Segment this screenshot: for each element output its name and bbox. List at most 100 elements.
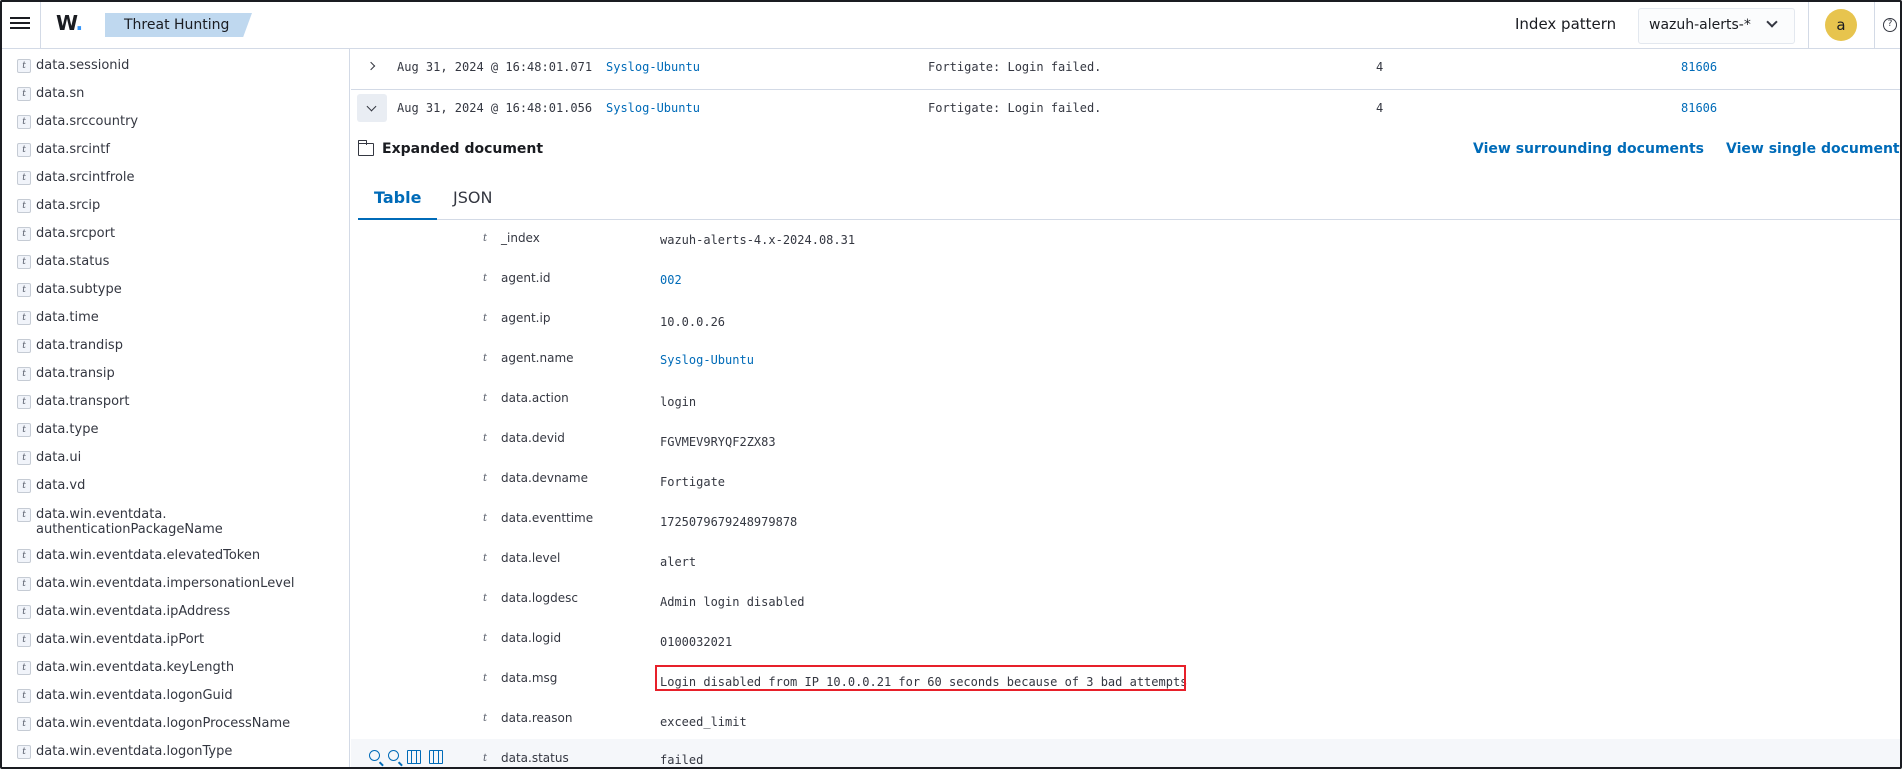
breadcrumb-threat-hunting[interactable]: Threat Hunting	[105, 13, 252, 37]
index-pattern-label: Index pattern	[1515, 15, 1617, 33]
string-type-icon: t	[483, 673, 488, 684]
string-type-icon: t	[17, 367, 31, 381]
agent-name-link[interactable]: Syslog-Ubuntu	[660, 353, 754, 367]
agent-link[interactable]: Syslog-Ubuntu	[606, 60, 700, 74]
sidebar-field[interactable]: t data.transport	[2, 394, 349, 409]
sidebar-field[interactable]: t data.subtype	[2, 282, 349, 297]
table-row[interactable]: Aug 31, 2024 @ 16:48:01.071 Syslog-Ubunt…	[351, 49, 1900, 91]
field-name: data.srcintfrole	[36, 170, 135, 185]
filter-exists-icon[interactable]	[429, 750, 443, 764]
string-type-icon: t	[17, 605, 31, 619]
field-key: _index	[501, 231, 540, 245]
tab-json[interactable]: JSON	[437, 179, 508, 220]
avatar[interactable]: a	[1825, 9, 1857, 41]
string-type-icon: t	[17, 423, 31, 437]
sidebar-field[interactable]: t data.srcip	[2, 198, 349, 213]
sidebar-field[interactable]: t data.win.eventdata.ipPort	[2, 632, 349, 647]
field-name: data.win.eventdata.ipAddress	[36, 604, 231, 619]
sidebar-field[interactable]: t data.win.eventdata.ipAddress	[2, 604, 349, 619]
string-type-icon: t	[483, 633, 488, 644]
string-type-icon: t	[483, 233, 488, 244]
field-name: data.sessionid	[36, 58, 130, 73]
field-value: 0100032021	[660, 635, 733, 649]
timestamp-cell: Aug 31, 2024 @ 16:48:01.071	[397, 60, 593, 74]
string-type-icon: t	[483, 393, 488, 404]
string-type-icon: t	[483, 713, 488, 724]
string-type-icon: t	[17, 451, 31, 465]
field-name: data.win.eventdata.elevatedToken	[36, 548, 261, 563]
document-field-row: t data.devid FGVMEV9RYQF2ZX83	[351, 429, 1900, 462]
document-field-row: t agent.id 002	[351, 269, 1900, 302]
field-value: alert	[660, 555, 697, 569]
document-field-row: t data.logid 0100032021	[351, 629, 1900, 662]
rule-id-link[interactable]: 81606	[1681, 60, 1717, 74]
sidebar-field[interactable]: t data.srccountry	[2, 114, 349, 129]
expand-row-button[interactable]	[357, 53, 387, 81]
sidebar-field[interactable]: t data.srcintf	[2, 142, 349, 157]
field-key: agent.name	[501, 351, 574, 365]
string-type-icon: t	[17, 479, 31, 493]
sidebar-field[interactable]: t data.win.eventdata.logonType	[2, 744, 349, 759]
toggle-column-icon[interactable]	[407, 750, 421, 764]
filter-out-value-icon[interactable]	[388, 750, 399, 761]
filter-for-value-icon[interactable]	[369, 750, 380, 761]
sidebar-field[interactable]: t data.win.eventdata. authenticationPackag…	[2, 507, 349, 537]
sidebar-field[interactable]: t data.srcintfrole	[2, 170, 349, 185]
wazuh-logo[interactable]: W.	[56, 11, 83, 35]
agent-id-link[interactable]: 002	[660, 273, 682, 287]
app-window: W. Threat Hunting Index pattern wazuh-al…	[0, 0, 1902, 769]
field-name: data.win.eventdata.keyLength	[36, 660, 235, 675]
sidebar-field[interactable]: t data.ui	[2, 450, 349, 465]
string-type-icon: t	[17, 661, 31, 675]
view-surrounding-documents-link[interactable]: View surrounding documents	[1473, 141, 1704, 157]
sidebar-field[interactable]: t data.win.eventdata.keyLength	[2, 660, 349, 675]
string-type-icon: t	[17, 311, 31, 325]
field-value: wazuh-alerts-4.x-2024.08.31	[660, 233, 856, 247]
sidebar-field[interactable]: t data.time	[2, 310, 349, 325]
expanded-document-title: Expanded document	[357, 139, 543, 157]
rule-id-link[interactable]: 81606	[1681, 101, 1717, 115]
field-key: data.status	[501, 751, 569, 765]
string-type-icon: t	[17, 549, 31, 563]
field-name: data.sn	[36, 86, 85, 101]
field-name: data.status	[36, 254, 110, 269]
sidebar-field[interactable]: t data.srcport	[2, 226, 349, 241]
message-highlight-box	[655, 665, 1186, 691]
string-type-icon: t	[17, 395, 31, 409]
sidebar-field[interactable]: t data.sn	[2, 86, 349, 101]
chevron-down-icon	[366, 101, 377, 112]
sidebar-field[interactable]: t data.type	[2, 422, 349, 437]
field-name: data.ui	[36, 450, 82, 465]
level-cell: 4	[1376, 101, 1384, 115]
field-value: FGVMEV9RYQF2ZX83	[660, 435, 776, 449]
help-icon[interactable]: ?	[1883, 18, 1897, 32]
field-list-sidebar: t data.sessionid t data.sn t data.srccountr…	[2, 49, 350, 767]
tab-table[interactable]: Table	[358, 179, 438, 220]
sidebar-field[interactable]: t data.trandisp	[2, 338, 349, 353]
collapse-row-button[interactable]	[357, 94, 387, 122]
field-name: data.win.eventdata.ipPort	[36, 632, 205, 647]
sidebar-field[interactable]: t data.win.eventdata.elevatedToken	[2, 548, 349, 563]
sidebar-field[interactable]: t data.win.eventdata.logonGuid	[2, 688, 349, 703]
description-cell: Fortigate: Login failed.	[928, 60, 1102, 74]
table-row[interactable]: Aug 31, 2024 @ 16:48:01.056 Syslog-Ubunt…	[351, 90, 1900, 132]
sidebar-field[interactable]: t data.win.eventdata.logonProcessName	[2, 716, 349, 731]
sidebar-field[interactable]: t data.sessionid	[2, 58, 349, 73]
field-name: data.win.eventdata.logonGuid	[36, 688, 233, 703]
string-type-icon: t	[17, 633, 31, 647]
index-pattern-select[interactable]: wazuh-alerts-*	[1638, 8, 1795, 44]
string-type-icon: t	[17, 59, 31, 73]
agent-link[interactable]: Syslog-Ubuntu	[606, 101, 700, 115]
sidebar-field[interactable]: t data.win.eventdata.impersonationLevel	[2, 576, 349, 591]
sidebar-field[interactable]: t data.status	[2, 254, 349, 269]
sidebar-field[interactable]: t data.vd	[2, 478, 349, 493]
header-divider	[40, 2, 41, 48]
document-field-row: t data.status failed	[351, 739, 1900, 767]
field-value: 10.0.0.26	[660, 315, 726, 329]
view-single-document-link[interactable]: View single document	[1726, 141, 1900, 157]
string-type-icon: t	[17, 255, 31, 269]
field-key: data.level	[501, 551, 561, 565]
document-field-row: t data.level alert	[351, 549, 1900, 582]
sidebar-field[interactable]: t data.transip	[2, 366, 349, 381]
menu-icon[interactable]	[10, 14, 30, 34]
